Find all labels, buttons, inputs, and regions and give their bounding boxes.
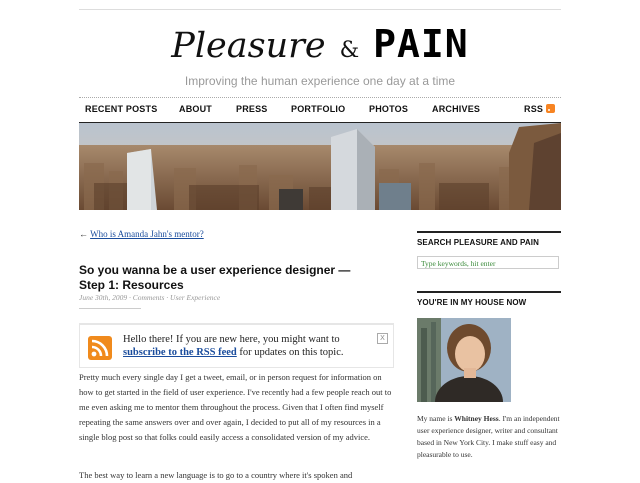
previous-post-link[interactable]: Who is Amanda Jahn's mentor? (90, 229, 204, 239)
nav-recent-posts[interactable]: RECENT POSTS (85, 104, 157, 114)
rss-icon (546, 104, 556, 113)
post-title[interactable]: So you wanna be a user experience design… (79, 263, 379, 293)
nav-archives[interactable]: ARCHIVES (432, 104, 480, 114)
rss-box-text-after: for updates on this topic. (239, 347, 344, 358)
about-heading: YOU'RE IN MY HOUSE NOW (417, 291, 561, 307)
rss-feed-icon[interactable] (88, 336, 112, 360)
main-nav: RECENT POSTS ABOUT PRESS PORTFOLIO PHOTO… (79, 97, 561, 124)
rss-box-text-before: Hello there! If you are new here, you mi… (123, 334, 340, 345)
rss-subscribe-link[interactable]: subscribe to the RSS feed (123, 347, 237, 358)
logo-ampersand: & (339, 38, 360, 63)
city-skyline-image (79, 123, 561, 210)
author-name: Whitney Hess (454, 414, 499, 423)
nav-press[interactable]: PRESS (236, 104, 268, 114)
nav-photos[interactable]: PHOTOS (369, 104, 408, 114)
close-icon[interactable]: X (377, 333, 388, 344)
post-meta: June 30th, 2009 · Comments · User Experi… (79, 293, 221, 302)
search-input[interactable]: Type keywords, hit enter (417, 256, 559, 269)
nav-portfolio[interactable]: PORTFOLIO (291, 104, 345, 114)
author-portrait (417, 318, 511, 402)
site-tagline: Improving the human experience one day a… (184, 74, 456, 88)
previous-post-breadcrumb: ← Who is Amanda Jahn's mentor? (79, 229, 204, 239)
logo-pain: PAIN (373, 22, 469, 66)
search-heading: SEARCH PLEASURE AND PAIN (417, 231, 561, 247)
site-logo[interactable]: Pleasure & PAIN (0, 22, 640, 66)
post-paragraph-1: Pretty much every single day I get a twe… (79, 372, 392, 442)
nav-about[interactable]: ABOUT (179, 104, 212, 114)
logo-pleasure: Pleasure (171, 26, 326, 66)
rss-box-message: Hello there! If you are new here, you mi… (123, 333, 378, 359)
author-bio: My name is Whitney Hess. I'm an independ… (417, 413, 562, 461)
nav-rss-label: RSS (524, 104, 544, 114)
rss-feed-glyph (91, 339, 109, 357)
header-banner-image (79, 123, 561, 210)
top-rule (79, 9, 561, 10)
nav-rss[interactable]: RSS (524, 104, 556, 114)
meta-divider (79, 308, 141, 309)
post-paragraph-2: The best way to learn a new language is … (79, 470, 353, 480)
bio-prefix: My name is (417, 414, 453, 423)
rss-subscribe-box: Hello there! If you are new here, you mi… (79, 323, 394, 368)
author-photo (417, 318, 511, 402)
left-arrow-icon: ← (79, 229, 88, 239)
